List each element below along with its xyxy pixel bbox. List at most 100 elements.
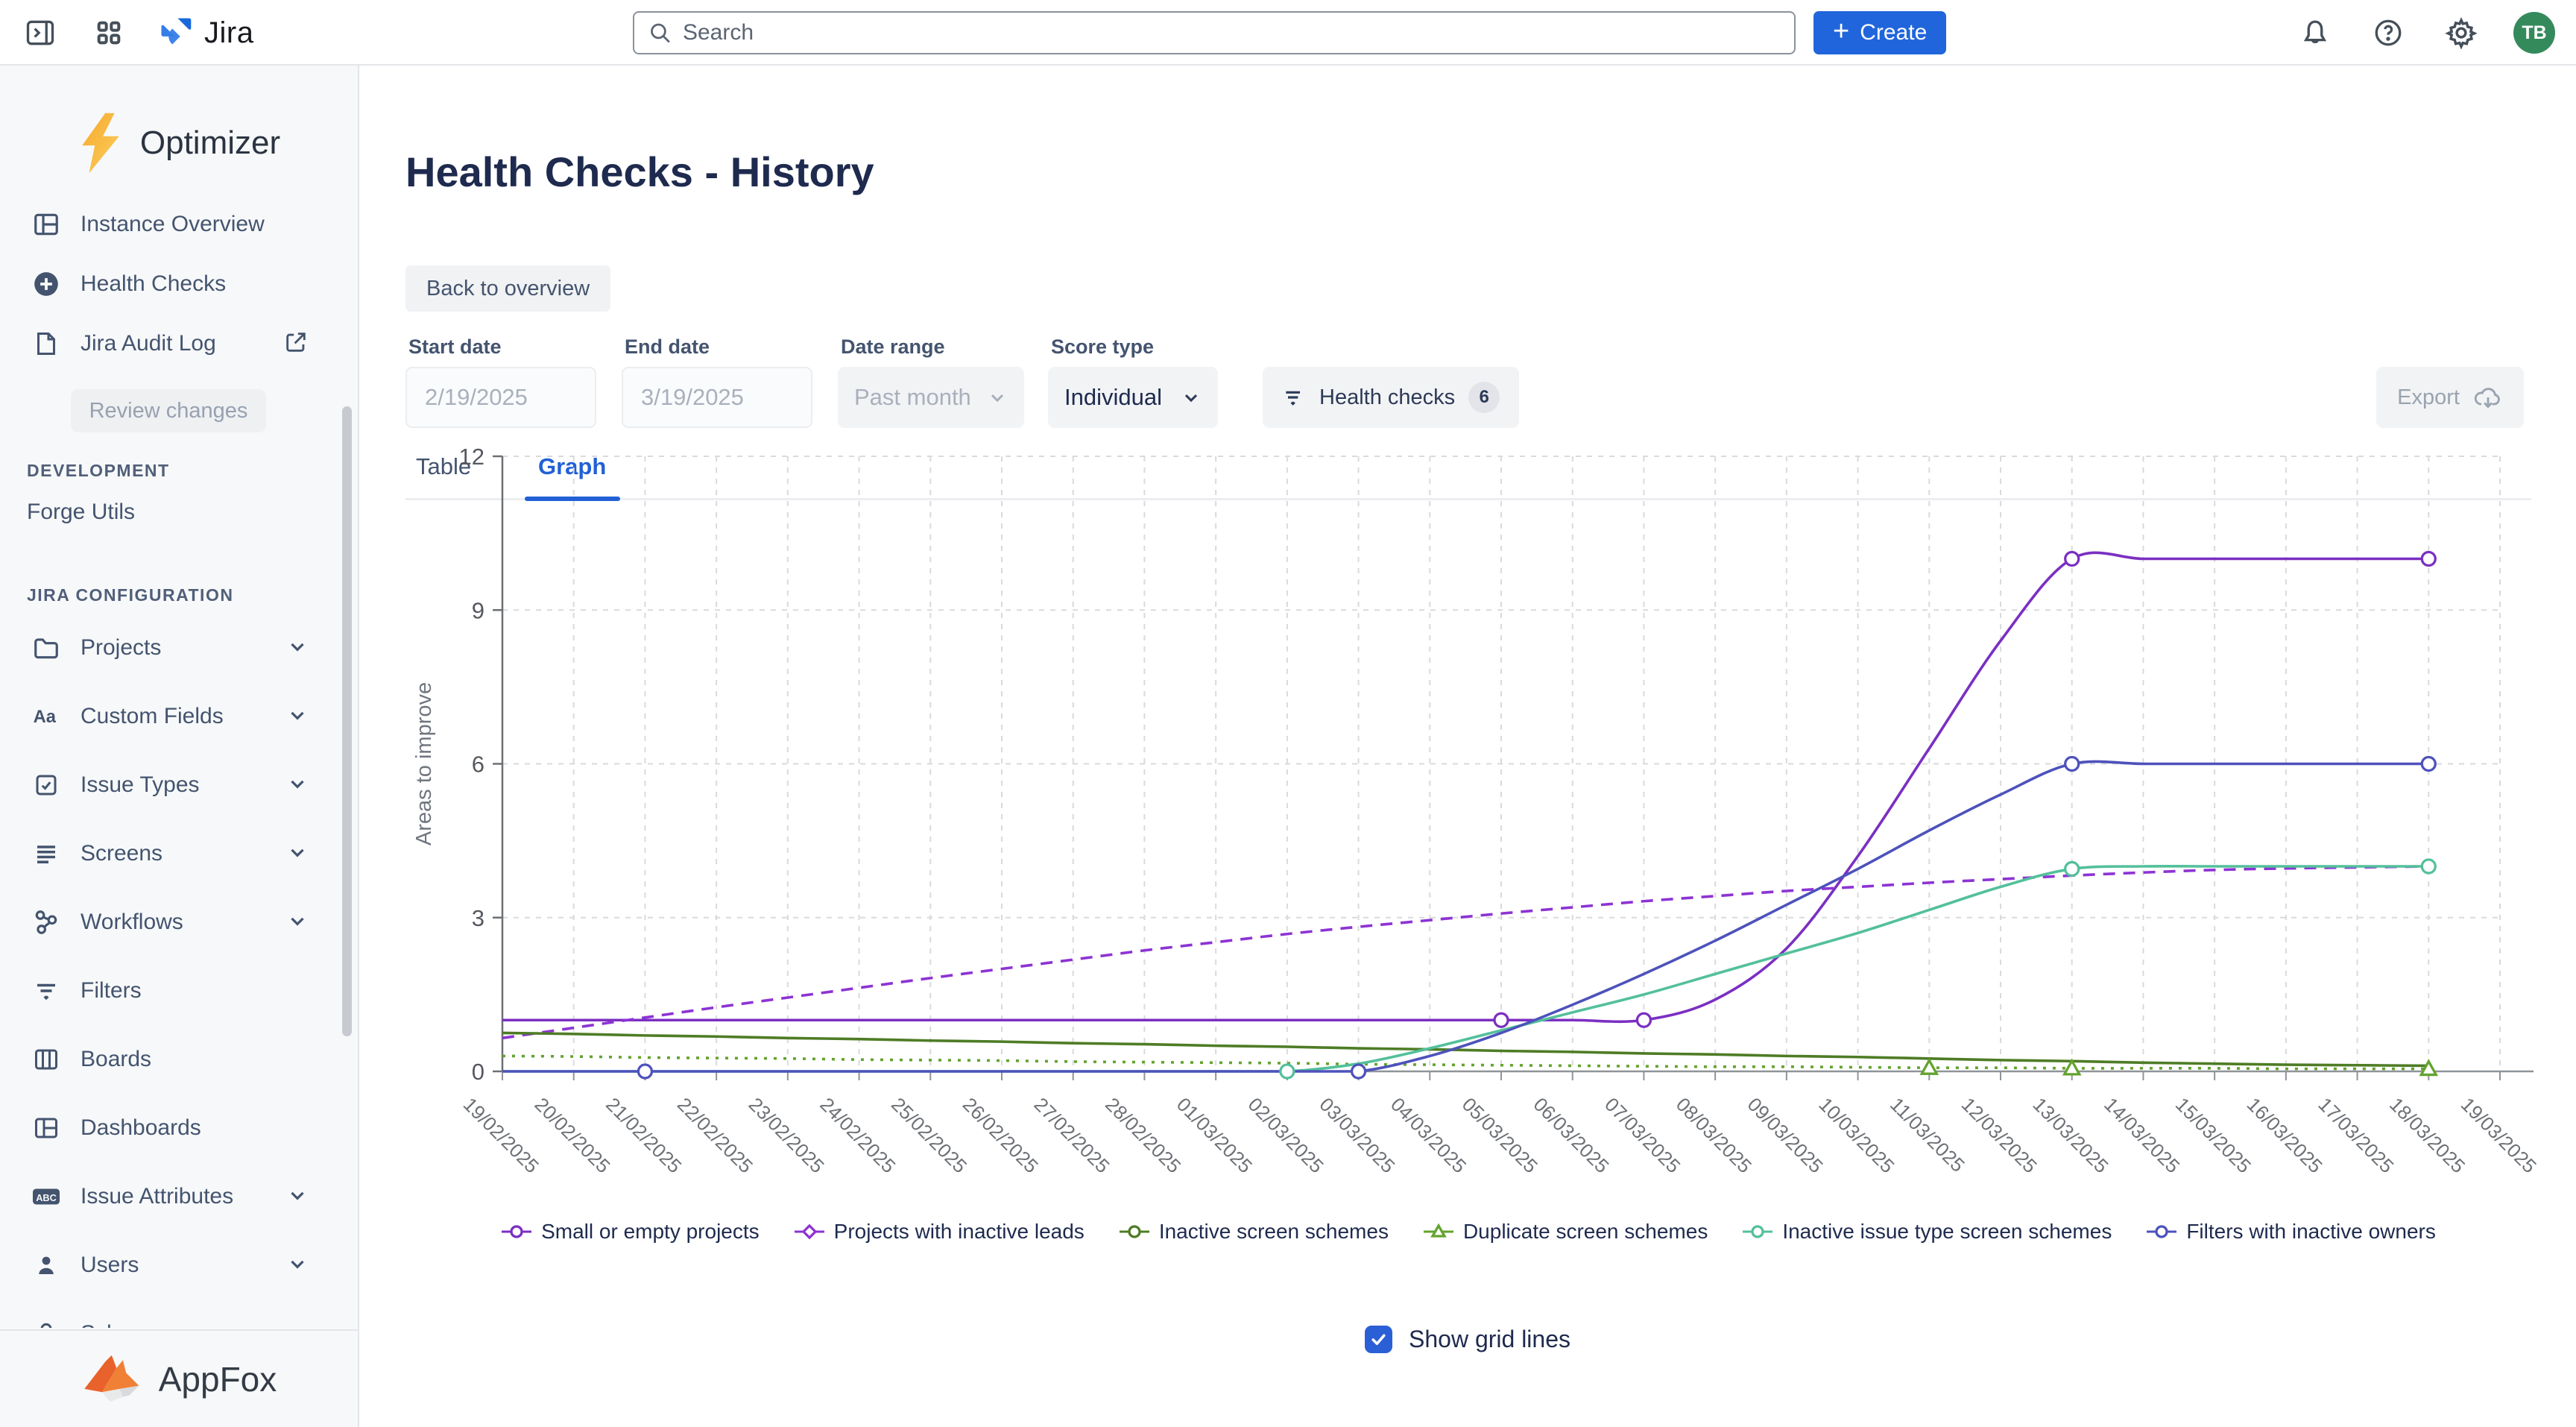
workflow-nodes-icon — [30, 908, 63, 936]
svg-text:18/03/2025: 18/03/2025 — [2385, 1093, 2469, 1177]
health-checks-filter-button[interactable]: Health checks 6 — [1263, 367, 1519, 428]
optimizer-sidebar: Optimizer Instance Overview Health C — [0, 66, 359, 1427]
legend-item[interactable]: Inactive issue type screen schemes — [1740, 1220, 2112, 1244]
sidebar-item-screens[interactable]: Screens — [0, 831, 358, 877]
jira-logo[interactable]: Jira — [157, 13, 253, 52]
legend-item[interactable]: Small or empty projects — [499, 1220, 760, 1244]
sidebar-item-schemes[interactable]: Schemes — [0, 1311, 358, 1328]
svg-text:01/03/2025: 01/03/2025 — [1172, 1093, 1257, 1177]
sidebar-item-filters[interactable]: Filters — [0, 968, 358, 1014]
legend-marker-icon — [1117, 1223, 1152, 1241]
sidebar-item-issue-types[interactable]: Issue Types — [0, 762, 358, 808]
appfox-fox-icon — [81, 1352, 145, 1406]
filter-funnel-icon — [30, 977, 63, 1004]
date-range-select[interactable]: Past month — [838, 367, 1024, 428]
svg-text:19/02/2025: 19/02/2025 — [459, 1093, 543, 1177]
user-icon — [30, 1252, 63, 1279]
legend-item[interactable]: Filters with inactive owners — [2144, 1220, 2436, 1244]
svg-text:07/03/2025: 07/03/2025 — [1600, 1093, 1685, 1177]
top-navigation-bar: Jira + Create — [0, 0, 2576, 66]
filter-lines-icon — [1282, 385, 1306, 409]
sidebar-item-issue-attributes[interactable]: ABC Issue Attributes — [0, 1174, 358, 1220]
svg-text:ABC: ABC — [36, 1192, 57, 1203]
sidebar-item-custom-fields[interactable]: Aa Custom Fields — [0, 693, 358, 740]
history-line-chart[interactable]: 03691219/02/202520/02/202521/02/202522/0… — [405, 438, 2552, 1217]
svg-text:24/02/2025: 24/02/2025 — [815, 1093, 900, 1177]
svg-text:10/03/2025: 10/03/2025 — [1814, 1093, 1898, 1177]
end-date-input[interactable]: 3/19/2025 — [622, 367, 812, 428]
legend-item[interactable]: Duplicate screen schemes — [1421, 1220, 1708, 1244]
svg-text:14/03/2025: 14/03/2025 — [2100, 1093, 2184, 1177]
sidebar-item-workflows[interactable]: Workflows — [0, 899, 358, 945]
legend-label: Small or empty projects — [541, 1220, 760, 1244]
external-link-icon — [283, 330, 309, 359]
settings-gear-icon[interactable] — [2440, 12, 2482, 54]
page-title: Health Checks - History — [405, 148, 874, 196]
sidebar-scrollbar[interactable] — [342, 406, 352, 1036]
sidebar-item-boards[interactable]: Boards — [0, 1036, 358, 1083]
start-date-input[interactable]: 2/19/2025 — [405, 367, 596, 428]
sidebar-item-instance-overview[interactable]: Instance Overview — [0, 201, 358, 248]
svg-text:15/03/2025: 15/03/2025 — [2171, 1093, 2255, 1177]
legend-marker-icon — [499, 1223, 534, 1241]
help-icon[interactable] — [2367, 12, 2409, 54]
sidebar-item-projects[interactable]: Projects — [0, 625, 358, 671]
legend-item[interactable]: Inactive screen schemes — [1117, 1220, 1389, 1244]
create-button[interactable]: + Create — [1813, 11, 1946, 54]
back-to-overview-button[interactable]: Back to overview — [405, 265, 610, 312]
legend-marker-icon — [1421, 1223, 1456, 1241]
sidebar-item-jira-audit-log[interactable]: Jira Audit Log — [0, 321, 358, 367]
app-window: Jira + Create — [0, 0, 2576, 1427]
legend-item[interactable]: Projects with inactive leads — [792, 1220, 1085, 1244]
section-development: DEVELOPMENT — [27, 461, 358, 481]
chevron-down-icon — [1181, 387, 1202, 408]
svg-text:9: 9 — [472, 597, 484, 623]
svg-text:20/02/2025: 20/02/2025 — [530, 1093, 614, 1177]
svg-text:05/03/2025: 05/03/2025 — [1458, 1093, 1542, 1177]
svg-text:28/02/2025: 28/02/2025 — [1101, 1093, 1185, 1177]
checkbox-checked-icon[interactable] — [1365, 1326, 1392, 1353]
svg-text:06/03/2025: 06/03/2025 — [1529, 1093, 1613, 1177]
svg-text:27/02/2025: 27/02/2025 — [1029, 1093, 1114, 1177]
appfox-wordmark: AppFox — [159, 1359, 277, 1399]
chevron-down-icon — [286, 841, 309, 867]
export-button[interactable]: Export — [2376, 367, 2524, 428]
legend-label: Duplicate screen schemes — [1463, 1220, 1708, 1244]
legend-label: Filters with inactive owners — [2186, 1220, 2436, 1244]
global-search[interactable] — [633, 11, 1796, 54]
svg-text:3: 3 — [472, 905, 484, 931]
review-changes-button[interactable]: Review changes — [71, 389, 266, 432]
section-jira-configuration: JIRA CONFIGURATION — [27, 585, 358, 605]
score-type-select[interactable]: Individual — [1048, 367, 1218, 428]
svg-text:25/02/2025: 25/02/2025 — [887, 1093, 971, 1177]
svg-text:16/03/2025: 16/03/2025 — [2243, 1093, 2327, 1177]
collapse-sidebar-icon[interactable] — [19, 12, 61, 54]
lightning-bolt-icon — [78, 110, 124, 176]
sidebar-item-dashboards[interactable]: Dashboards — [0, 1105, 358, 1151]
svg-text:Areas to improve: Areas to improve — [412, 682, 436, 845]
sidebar-item-health-checks[interactable]: Health Checks — [0, 261, 358, 307]
sidebar-nav: Instance Overview Health Checks Jira Aud — [0, 201, 358, 1328]
chevron-down-icon — [987, 387, 1008, 408]
svg-text:22/02/2025: 22/02/2025 — [673, 1093, 757, 1177]
end-date-label: End date — [625, 336, 710, 359]
sidebar-item-users[interactable]: Users — [0, 1242, 358, 1288]
app-switcher-icon[interactable] — [88, 12, 130, 54]
legend-marker-icon — [1740, 1223, 1775, 1241]
user-avatar[interactable]: TB — [2513, 12, 2555, 54]
lock-icon — [30, 1320, 63, 1328]
search-input[interactable] — [683, 20, 1781, 45]
svg-text:Aa: Aa — [34, 707, 57, 727]
legend-marker-icon — [792, 1223, 827, 1241]
plus-circle-icon — [30, 270, 63, 298]
svg-text:12/03/2025: 12/03/2025 — [1957, 1093, 2042, 1177]
notifications-bell-icon[interactable] — [2294, 12, 2336, 54]
date-range-label: Date range — [841, 336, 945, 359]
show-grid-lines-control[interactable]: Show grid lines — [1365, 1326, 1570, 1353]
show-grid-lines-label: Show grid lines — [1409, 1326, 1570, 1353]
svg-text:08/03/2025: 08/03/2025 — [1672, 1093, 1756, 1177]
main-content: Health Checks - History Back to overview… — [359, 66, 2576, 1427]
sidebar-item-forge-utils[interactable]: Forge Utils — [0, 491, 358, 533]
svg-text:12: 12 — [459, 444, 484, 470]
chevron-down-icon — [286, 1253, 309, 1279]
